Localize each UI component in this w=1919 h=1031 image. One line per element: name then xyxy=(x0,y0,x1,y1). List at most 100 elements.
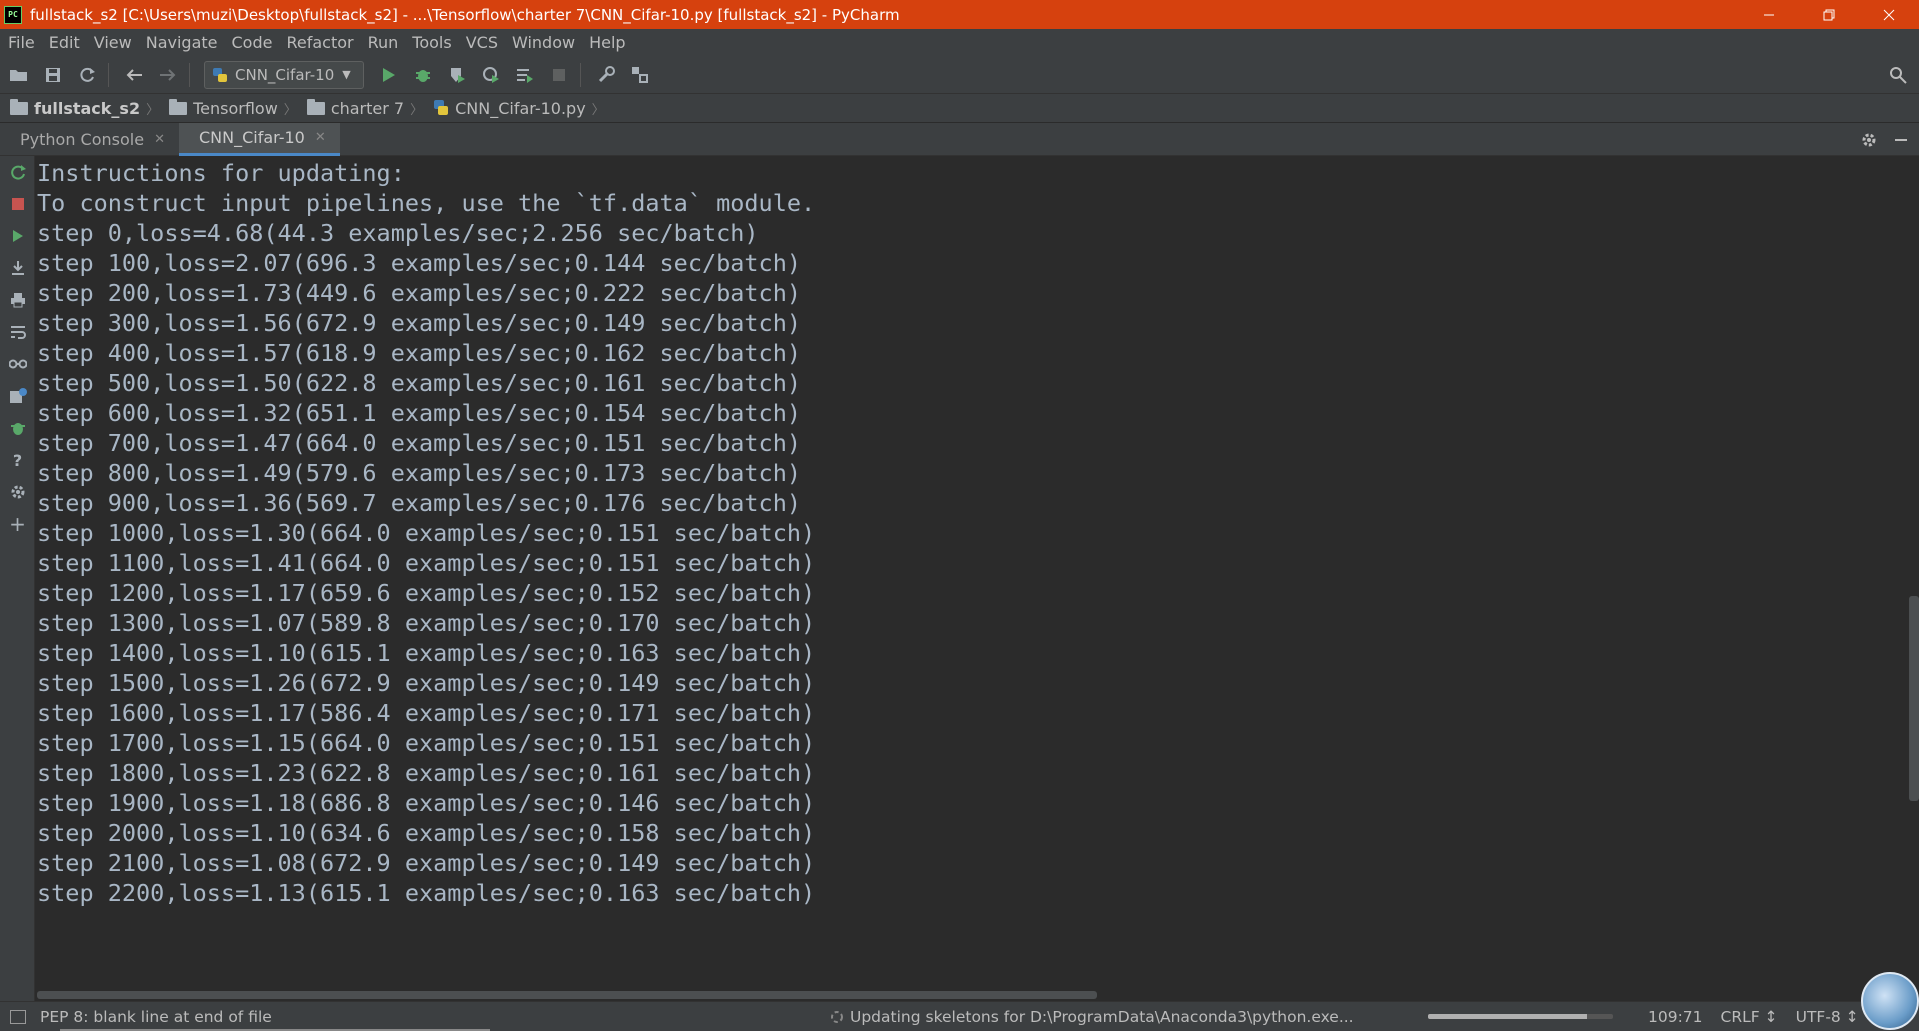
hide-tool-window-button[interactable] xyxy=(1887,126,1915,154)
close-button[interactable] xyxy=(1859,0,1919,29)
line-separator[interactable]: CRLF ↕ xyxy=(1721,1008,1778,1026)
console-line: step 1800,loss=1.23(622.8 examples/sec;0… xyxy=(37,759,816,787)
menu-file[interactable]: File xyxy=(0,33,41,52)
show-variables-button[interactable] xyxy=(0,348,35,380)
save-button[interactable] xyxy=(38,60,68,90)
console-settings-button[interactable] xyxy=(0,476,35,508)
menu-vcs[interactable]: VCS xyxy=(458,33,504,52)
run-button[interactable] xyxy=(374,60,404,90)
menu-window[interactable]: Window xyxy=(504,33,581,52)
search-everywhere-button[interactable] xyxy=(1883,60,1913,90)
search-icon xyxy=(1890,67,1907,84)
console-line: step 600,loss=1.32(651.1 examples/sec;0.… xyxy=(37,399,802,427)
add-button[interactable]: + xyxy=(0,508,35,540)
play-icon xyxy=(12,230,23,242)
console-line: step 1400,loss=1.10(615.1 examples/sec;0… xyxy=(37,639,816,667)
sync-button[interactable] xyxy=(72,60,102,90)
console-output[interactable]: Instructions for updating: To construct i… xyxy=(35,156,1919,989)
open-folder-button[interactable] xyxy=(4,60,34,90)
console-line: step 1900,loss=1.18(686.8 examples/sec;0… xyxy=(37,789,816,817)
breadcrumb-item-project[interactable]: fullstack_s2 〉 xyxy=(0,98,159,118)
arrow-left-icon xyxy=(126,68,142,81)
background-task-text[interactable]: Updating skeletons for D:\ProgramData\An… xyxy=(850,1008,1354,1026)
minimize-button[interactable] xyxy=(1739,0,1799,29)
console-line: step 500,loss=1.50(622.8 examples/sec;0.… xyxy=(37,369,802,397)
menu-navigate[interactable]: Navigate xyxy=(138,33,224,52)
folder-icon xyxy=(306,98,325,115)
folder-icon xyxy=(10,98,28,115)
console-line: step 2000,loss=1.10(634.6 examples/sec;0… xyxy=(37,819,816,847)
plus-icon: + xyxy=(9,512,26,536)
run-tool-strip: ? + xyxy=(0,156,35,1001)
avatar[interactable] xyxy=(1861,972,1919,1030)
vertical-scrollbar[interactable] xyxy=(1909,596,1919,801)
new-console-button[interactable] xyxy=(0,380,35,412)
forward-button[interactable] xyxy=(153,60,183,90)
close-icon[interactable]: ✕ xyxy=(154,132,165,147)
menu-tools[interactable]: Tools xyxy=(404,33,457,52)
attach-debugger-button[interactable] xyxy=(0,412,35,444)
profile-button[interactable] xyxy=(476,60,506,90)
breadcrumb-item-file[interactable]: CNN_Cifar-10.py 〉 xyxy=(423,99,605,118)
breadcrumb-item-tensorflow[interactable]: Tensorflow 〉 xyxy=(159,98,297,118)
menu-bar: File Edit View Navigate Code Refactor Ru… xyxy=(0,29,1919,56)
help-button[interactable]: ? xyxy=(0,444,35,476)
project-structure-button[interactable] xyxy=(625,60,655,90)
soft-wrap-icon xyxy=(10,326,26,339)
back-button[interactable] xyxy=(119,60,149,90)
status-message: PEP 8: blank line at end of file xyxy=(40,1007,272,1026)
toolbar-separator xyxy=(108,62,109,87)
menu-refactor[interactable]: Refactor xyxy=(278,33,359,52)
coverage-button[interactable] xyxy=(442,60,472,90)
menu-edit[interactable]: Edit xyxy=(41,33,86,52)
file-encoding[interactable]: UTF-8 ↕ xyxy=(1796,1008,1859,1026)
run-concurrency-button[interactable] xyxy=(510,60,540,90)
print-button[interactable] xyxy=(0,284,35,316)
restore-button[interactable] xyxy=(1799,0,1859,29)
stop-button[interactable] xyxy=(0,188,35,220)
run-configuration-select[interactable]: CNN_Cifar-10 ▼ xyxy=(204,60,364,89)
spinner-icon xyxy=(831,1010,843,1023)
rerun-button[interactable] xyxy=(0,156,35,188)
tab-cnn-cifar-10[interactable]: CNN_Cifar-10 ✕ xyxy=(178,122,340,156)
scroll-to-end-button[interactable] xyxy=(0,252,35,284)
console-line: step 300,loss=1.56(672.9 examples/sec;0.… xyxy=(37,309,802,337)
breadcrumb-label: fullstack_s2 xyxy=(34,98,141,118)
menu-run[interactable]: Run xyxy=(360,33,405,52)
stop-button[interactable] xyxy=(544,60,574,90)
settings-wrench-button[interactable] xyxy=(591,60,621,90)
console-line: step 1200,loss=1.17(659.6 examples/sec;0… xyxy=(37,579,816,607)
breadcrumb-item-charter[interactable]: charter 7 〉 xyxy=(297,98,423,118)
console-text: Instructions for updating: To construct i… xyxy=(35,156,1919,908)
console-line: step 2200,loss=1.13(615.1 examples/sec;0… xyxy=(37,879,816,907)
tool-windows-toggle[interactable] xyxy=(10,1009,26,1024)
close-icon xyxy=(1883,9,1895,20)
resume-button[interactable] xyxy=(0,220,35,252)
gear-icon xyxy=(11,485,24,499)
tool-window-tabs: Python Console ✕ CNN_Cifar-10 ✕ xyxy=(0,122,1919,156)
console-line: step 1100,loss=1.41(664.0 examples/sec;0… xyxy=(37,549,816,577)
title-bar: PC fullstack_s2 [C:\Users\muzi\Desktop\f… xyxy=(0,0,1919,29)
gear-icon xyxy=(1862,133,1876,146)
menu-help[interactable]: Help xyxy=(581,33,631,52)
console-line: step 700,loss=1.47(664.0 examples/sec;0.… xyxy=(37,429,802,457)
chevron-right-icon: 〉 xyxy=(591,102,605,118)
background-task-progress[interactable] xyxy=(1428,1014,1613,1019)
console-line: step 1300,loss=1.07(589.8 examples/sec;0… xyxy=(37,609,816,637)
tab-python-console[interactable]: Python Console ✕ xyxy=(0,123,179,156)
close-icon[interactable]: ✕ xyxy=(315,130,326,145)
menu-view[interactable]: View xyxy=(86,33,138,52)
debug-button[interactable] xyxy=(408,60,438,90)
soft-wrap-button[interactable] xyxy=(0,316,35,348)
glasses-icon xyxy=(8,359,27,369)
stop-icon xyxy=(553,68,565,81)
new-console-icon xyxy=(9,388,27,403)
restore-icon xyxy=(1823,9,1835,20)
breadcrumb: fullstack_s2 〉 Tensorflow 〉 charter 7 〉 … xyxy=(0,94,1919,123)
tool-window-settings-button[interactable] xyxy=(1855,126,1883,154)
menu-code[interactable]: Code xyxy=(224,33,279,52)
bug-icon xyxy=(416,69,430,82)
chevron-down-icon: ▼ xyxy=(342,68,351,81)
caret-position[interactable]: 109:71 xyxy=(1648,1008,1703,1026)
horizontal-scrollbar[interactable] xyxy=(37,991,1097,999)
